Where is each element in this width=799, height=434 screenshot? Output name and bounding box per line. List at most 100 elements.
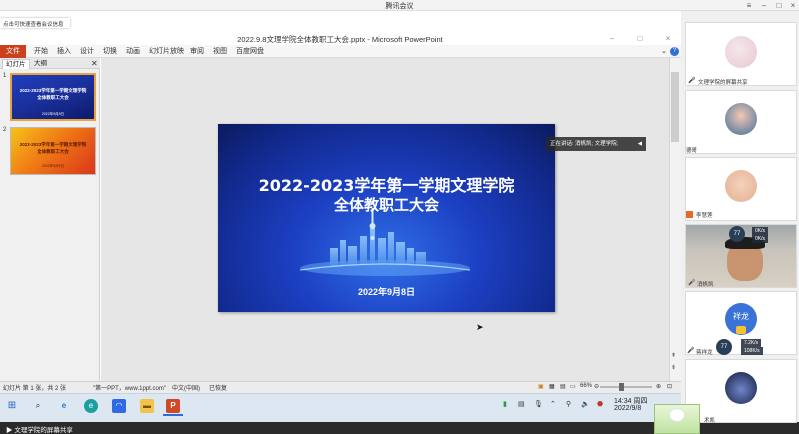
meeting-info-hint[interactable]: 点击可快速查看会议信息 [0, 18, 70, 28]
ppt-window-title: 2022.9.8文理学院全体教职工大会.pptx - Microsoft Pow… [237, 35, 443, 44]
speaker-icon: ◀ [637, 141, 642, 147]
mic-icon: 🎤 [688, 280, 696, 286]
theme-status: "第一PPT，www.1ppt.com" [93, 386, 166, 392]
network-score: 77 [716, 339, 732, 355]
volume-icon[interactable]: 🔈 [581, 400, 590, 408]
city-skyline-graphic [300, 208, 470, 276]
participant-name: 术凯 [704, 418, 716, 424]
thumb-date: 2022年9月8日 [41, 164, 65, 168]
slideshow-icon[interactable]: ▭ [570, 383, 576, 390]
sticker-image [654, 404, 700, 434]
participant-name: 消帆凯 [697, 282, 714, 288]
slide-number: 2 [3, 127, 7, 133]
ribbon-collapse-icon[interactable]: ⌄ [661, 45, 667, 58]
windows-start-icon[interactable]: ⊞ [5, 399, 19, 413]
hand-raise-icon [736, 326, 746, 334]
active-app-indicator [163, 414, 183, 416]
speaking-text: 正在讲话: 消帆凯; 文理学院; [550, 141, 619, 147]
prev-slide-icon[interactable]: ⇞ [671, 352, 676, 359]
participant-name: 德哥 [686, 148, 698, 154]
ppt-minimize-icon[interactable]: – [604, 33, 620, 44]
slide-sorter-icon[interactable]: ▦ [549, 383, 555, 390]
slide-title-line2: 全体教职工大会 [333, 196, 439, 214]
participant-name: 文理学院的屏幕共享 [698, 80, 748, 86]
clock-date[interactable]: 2022/9/8 [614, 405, 641, 412]
battery-icon[interactable]: ▮ [503, 400, 507, 408]
slide-number: 1 [3, 73, 7, 79]
thumb-date: 2022年9月8日 [41, 112, 65, 116]
tab-baidu-netdisk[interactable]: 百度网盘 [236, 45, 264, 58]
zoom-slider-knob[interactable] [619, 383, 624, 391]
network-score: 77 [729, 226, 745, 242]
host-badge-icon [686, 211, 693, 218]
maximize-icon[interactable]: □ [772, 0, 786, 11]
download-rate: 108K/s [741, 347, 763, 355]
language-status[interactable]: 中文(中国) [172, 383, 200, 392]
tencent-meeting-icon[interactable]: ◠ [112, 399, 126, 413]
thumb-title-line1: 2022-2023学年第一学期文理学院 [19, 142, 87, 147]
tray-app-icon[interactable]: ▤ [518, 400, 525, 408]
menu-icon[interactable]: ≡ [742, 0, 756, 11]
tab-home[interactable]: 开始 [34, 45, 48, 58]
avatar [725, 103, 757, 135]
fit-window-icon[interactable]: ⊡ [667, 383, 672, 390]
upload-rate: 7.2K/s [741, 339, 762, 347]
normal-view-icon[interactable]: ▣ [538, 383, 544, 390]
tab-insert[interactable]: 插入 [57, 45, 71, 58]
slide-date: 2022年9月8日 [357, 287, 416, 297]
tab-file[interactable]: 文件 [0, 45, 26, 58]
download-rate: 0K/s [752, 235, 769, 243]
ppt-close-icon[interactable]: × [660, 33, 676, 44]
tab-view[interactable]: 视图 [213, 45, 227, 58]
tab-animations[interactable]: 动画 [126, 45, 140, 58]
slide-count-status: 幻灯片 第 1 张，共 2 张 [3, 386, 67, 392]
show-hidden-icons[interactable]: ⌃ [550, 400, 556, 408]
slide-thumbnail-2[interactable]: 2022-2023学年第一学期文理学院 全体教职工大会 2022年9月8日 [10, 127, 96, 175]
powerpoint-icon[interactable]: P [166, 399, 180, 413]
meeting-title: 腾讯会议 [385, 3, 414, 10]
ppt-maximize-icon[interactable]: □ [632, 33, 648, 44]
ie-browser-icon[interactable]: e [57, 399, 71, 413]
zoom-level[interactable]: 66% [580, 383, 592, 389]
file-explorer-icon[interactable]: ▬ [140, 399, 154, 413]
mic-icon: 🎤 [687, 348, 695, 354]
upload-rate: 0K/s [752, 227, 769, 235]
mic-icon: 🎤 [688, 78, 696, 84]
microphone-icon[interactable]: 🎙 [534, 400, 543, 408]
participant-name: 蒋祥龙 [696, 350, 713, 356]
slide-title-line1: 2022-2023学年第一学期文理学院 [258, 176, 515, 195]
tab-slideshow[interactable]: 幻灯片放映 [149, 45, 184, 58]
thumb-title-line2: 全体教职工大会 [37, 149, 69, 154]
tab-design[interactable]: 设计 [80, 45, 94, 58]
thumb-title-line1: 2022-2023学年第一学期文理学院 [19, 88, 87, 93]
mouse-cursor-icon: ➤ [476, 322, 484, 332]
avatar [725, 372, 757, 404]
search-icon[interactable]: ⌕ [31, 399, 45, 413]
slide-thumbnail-1[interactable]: 2022-2023学年第一学期文理学院 全体教职工大会 2022年9月8日 [10, 73, 96, 121]
speaking-indicator: 正在讲话: 消帆凯; 文理学院; ◀ [546, 137, 646, 151]
tab-slides[interactable]: 幻灯片 [2, 59, 30, 69]
participant-name: 李慧莲 [696, 213, 713, 219]
network-icon[interactable]: ⚲ [566, 400, 571, 408]
windows-taskbar [0, 393, 681, 422]
reading-view-icon[interactable]: ▤ [560, 383, 566, 390]
flower-icon [669, 408, 685, 422]
tab-transitions[interactable]: 切换 [103, 45, 117, 58]
recovered-status: 已恢复 [209, 386, 228, 392]
zoom-slider[interactable] [600, 386, 652, 388]
minimize-icon[interactable]: – [757, 0, 771, 11]
edge-browser-icon[interactable]: e [84, 399, 98, 413]
zoom-out-icon[interactable]: ⊖ [594, 383, 599, 390]
close-icon[interactable]: × [786, 0, 799, 11]
zoom-in-icon[interactable]: ⊕ [656, 383, 661, 390]
next-slide-icon[interactable]: ⇟ [671, 364, 676, 371]
avatar [725, 36, 757, 68]
antivirus-icon[interactable]: ⬣ [597, 400, 603, 408]
pane-close-icon[interactable]: ✕ [91, 58, 98, 69]
help-icon[interactable]: ? [670, 47, 679, 56]
thumb-title-line2: 全体教职工大会 [37, 95, 69, 100]
tab-outline[interactable]: 大纲 [34, 59, 47, 68]
tab-review[interactable]: 审阅 [190, 45, 204, 58]
share-footer-label: ▶ 文理学院的屏幕共享 [6, 427, 73, 434]
scrollbar-thumb[interactable] [671, 72, 679, 142]
